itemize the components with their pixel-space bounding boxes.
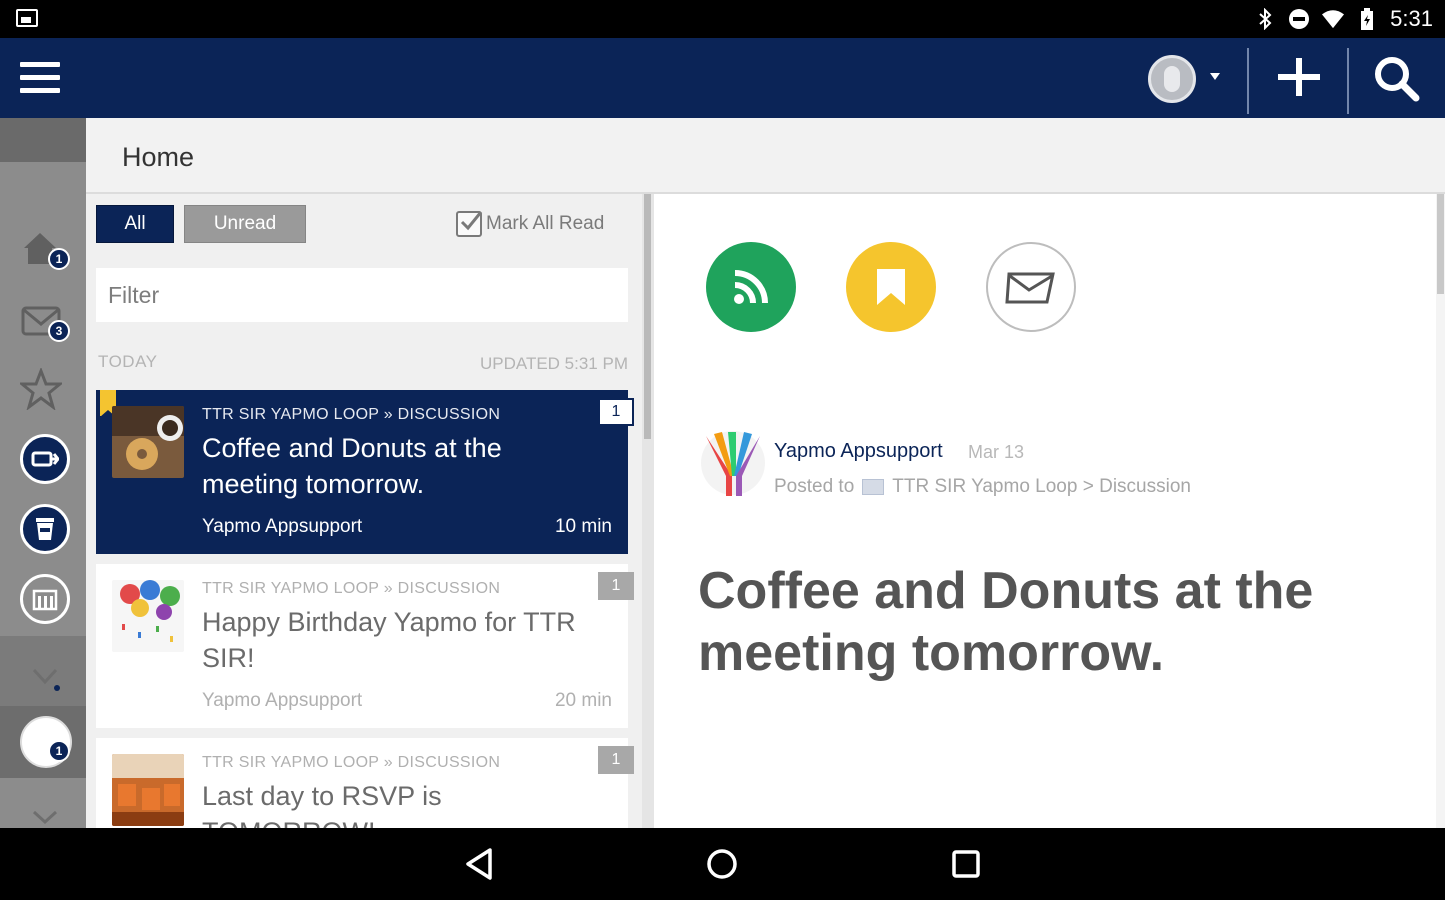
bookmark-icon[interactable] xyxy=(846,242,936,332)
item-time: 20 min xyxy=(554,690,612,711)
updated-label: UPDATED 5:31 PM xyxy=(479,354,628,373)
item-meta: TTR SIR YAPMO LOOP » DISCUSSION xyxy=(202,406,501,423)
rail-item-cafe[interactable] xyxy=(20,504,72,556)
battery-icon xyxy=(1356,8,1378,30)
chevron-down-icon[interactable] xyxy=(30,808,60,828)
post-author[interactable]: Yapmo Appsupport xyxy=(774,440,943,463)
appbar-divider xyxy=(1247,48,1249,114)
community-avatar-slot[interactable]: 1 xyxy=(0,706,86,778)
reply-count-badge: 1 xyxy=(598,746,634,774)
wifi-icon xyxy=(1322,8,1345,30)
post-date: Mar 13 xyxy=(968,442,1025,462)
posted-to-label: Posted to xyxy=(774,476,855,497)
section-label: TODAY xyxy=(98,352,158,371)
post-title: Coffee and Donuts at the meeting tomorro… xyxy=(698,562,1314,682)
item-meta: TTR SIR YAPMO LOOP » DISCUSSION xyxy=(202,580,501,597)
page-header: Home xyxy=(86,118,1445,194)
reply-count-badge: 1 xyxy=(598,572,634,600)
recents-square-icon[interactable] xyxy=(948,846,988,882)
star-icon xyxy=(17,366,65,411)
item-title: Last day to RSVP is TOMORROW! xyxy=(202,781,442,828)
rail-item-directory[interactable] xyxy=(20,574,72,626)
messages-badge: 3 xyxy=(48,320,70,342)
rail-item-loop[interactable] xyxy=(20,434,72,486)
filter-unread-button[interactable]: Unread xyxy=(184,205,306,243)
building-icon xyxy=(20,574,70,624)
envelope-icon[interactable] xyxy=(986,242,1076,332)
home-circle-icon[interactable] xyxy=(704,846,744,882)
post-detail-panel: Yapmo Appsupport Mar 13 Posted to TTR SI… xyxy=(654,194,1436,828)
item-author: Yapmo Appsupport xyxy=(202,690,363,711)
reply-count-badge: 1 xyxy=(598,398,634,426)
yapmo-logo-icon xyxy=(700,430,766,500)
chevron-down-icon[interactable] xyxy=(30,662,60,692)
rail-section xyxy=(0,636,86,706)
rail-item-home[interactable]: 1 xyxy=(20,228,72,280)
rail-item-favorites[interactable] xyxy=(17,366,72,420)
search-icon[interactable] xyxy=(1372,54,1422,104)
filter-input[interactable] xyxy=(96,268,628,322)
list-item[interactable]: TTR SIR YAPMO LOOP » DISCUSSION Coffee a… xyxy=(96,390,634,554)
gallery-notification-icon xyxy=(16,9,38,27)
left-rail: 1 3 1 xyxy=(0,118,86,828)
detail-scrollbar[interactable] xyxy=(1436,194,1445,828)
loop-icon xyxy=(20,434,70,484)
rss-icon[interactable] xyxy=(706,242,796,332)
posted-to-path[interactable]: TTR SIR Yapmo Loop > Discussion xyxy=(892,476,1191,498)
appbar-divider xyxy=(1347,48,1349,114)
home-badge: 1 xyxy=(48,248,70,270)
item-author: Yapmo Appsupport xyxy=(202,516,363,537)
page-title: Home xyxy=(122,142,195,172)
back-triangle-icon[interactable] xyxy=(462,846,502,882)
caret-down-icon xyxy=(1210,73,1220,80)
item-title: Coffee and Donuts at the meeting tomorro… xyxy=(202,433,502,499)
clock-time: 5:31 xyxy=(1390,6,1433,31)
bluetooth-icon xyxy=(1254,8,1276,30)
post-thumbnail xyxy=(112,406,184,478)
account-switcher[interactable] xyxy=(1148,55,1228,103)
rail-item-messages[interactable]: 3 xyxy=(20,304,72,356)
list-item[interactable]: TTR SIR YAPMO LOOP » DISCUSSION Happy Bi… xyxy=(96,564,634,728)
rail-header xyxy=(0,118,86,162)
mark-all-read-label: Mark All Read xyxy=(486,213,605,234)
hamburger-menu-icon[interactable] xyxy=(20,62,60,94)
feed-list-panel: All Unread Mark All Read TODAY UPDATED 5… xyxy=(86,194,642,828)
post-thumbnail xyxy=(112,580,184,652)
list-item[interactable]: TTR SIR YAPMO LOOP » DISCUSSION Last day… xyxy=(96,738,634,828)
community-badge: 1 xyxy=(48,740,70,762)
status-bar: 5:31 xyxy=(0,0,1445,38)
system-nav-bar xyxy=(0,828,1445,900)
loop-thumbnail-icon xyxy=(862,479,885,495)
post-thumbnail xyxy=(112,754,184,826)
checkbox-icon xyxy=(456,211,483,237)
item-time: 10 min xyxy=(554,516,612,537)
do-not-disturb-icon xyxy=(1288,8,1310,30)
filter-all-button[interactable]: All xyxy=(96,205,174,243)
list-scrollbar[interactable] xyxy=(642,194,654,828)
plus-icon[interactable] xyxy=(1276,56,1322,102)
user-avatar-icon xyxy=(1148,55,1196,103)
app-bar xyxy=(0,38,1445,118)
posted-to-line: Posted to TTR SIR Yapmo Loop > Discussio… xyxy=(774,476,1191,498)
mark-all-read-button[interactable]: Mark All Read xyxy=(456,209,604,239)
item-meta: TTR SIR YAPMO LOOP » DISCUSSION xyxy=(202,754,501,771)
cup-icon xyxy=(20,504,70,554)
item-title: Happy Birthday Yapmo for TTR SIR! xyxy=(202,607,576,673)
